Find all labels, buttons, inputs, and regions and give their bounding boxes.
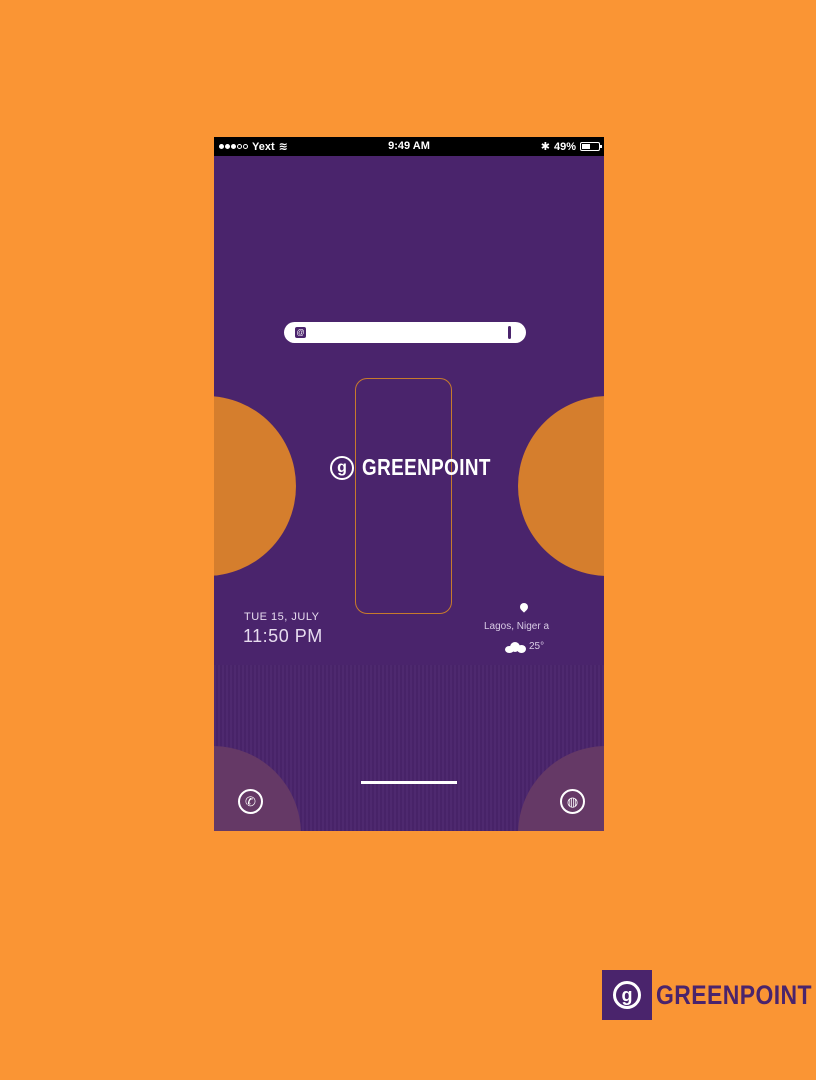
clock-date: TUE 15, JULY <box>244 611 320 623</box>
clock-time: 11:50 PM <box>243 626 323 646</box>
bluetooth-icon: ✱ <box>540 141 550 153</box>
status-bar: Yext ≋ 9:49 AM ✱ 49% <box>214 137 604 156</box>
home-indicator[interactable] <box>361 781 457 784</box>
weather-location: Lagos, Niger a <box>484 621 550 632</box>
battery-percent: 49% <box>553 140 576 153</box>
footer-greenpoint-icon: g <box>613 981 641 1009</box>
phone-screen: Yext ≋ 9:49 AM ✱ 49% @ g GREENPOINT TUE … <box>214 137 604 831</box>
weather-temperature: 25° <box>529 641 545 652</box>
greenpoint-logo-icon: g <box>330 455 354 480</box>
microphone-icon[interactable] <box>508 326 511 339</box>
dribbble-icon[interactable]: ◍ <box>560 789 585 814</box>
phone-icon[interactable]: ✆ <box>238 789 263 814</box>
brand-logo: g GREENPOINT <box>330 454 519 481</box>
location-pin-icon <box>518 601 530 613</box>
cloud-icon <box>505 642 526 653</box>
right-accent-circle <box>518 396 604 576</box>
search-logo-icon: @ <box>295 327 306 338</box>
status-right: ✱ 49% <box>540 140 602 153</box>
search-bar[interactable]: @ <box>284 322 526 343</box>
footer-brand-logo: g GREENPOINT <box>602 970 816 1020</box>
center-frame <box>355 378 452 614</box>
brand-name: GREENPOINT <box>362 454 491 480</box>
left-accent-circle <box>214 396 296 576</box>
footer-logo-box: g <box>602 970 652 1020</box>
footer-brand-name: GREENPOINT <box>656 979 813 1010</box>
battery-icon <box>580 142 602 151</box>
